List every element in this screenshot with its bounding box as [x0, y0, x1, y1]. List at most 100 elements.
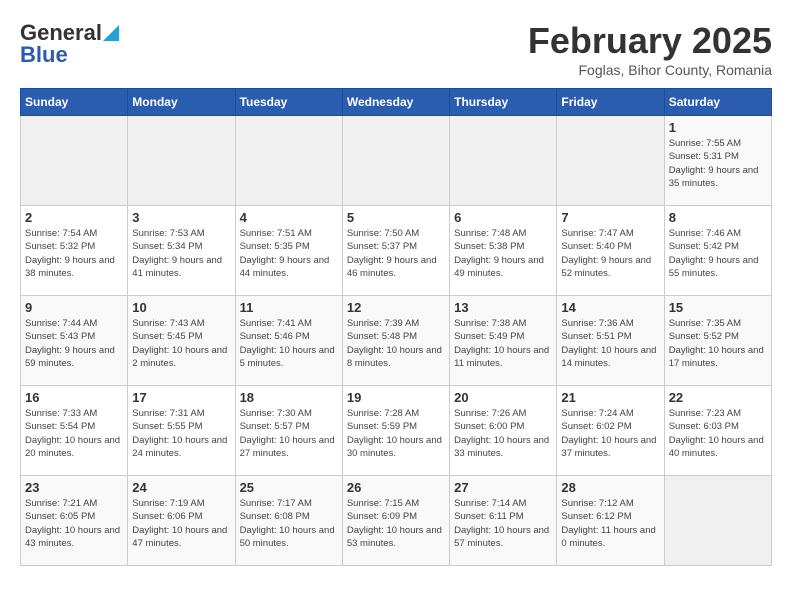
day-number: 6	[454, 210, 552, 225]
calendar-cell	[342, 116, 449, 206]
day-info: Sunrise: 7:55 AM Sunset: 5:31 PM Dayligh…	[669, 137, 767, 190]
page-header: General Blue February 2025 Foglas, Bihor…	[20, 20, 772, 78]
calendar-cell: 13 Sunrise: 7:38 AM Sunset: 5:49 PM Dayli…	[450, 296, 557, 386]
day-number: 22	[669, 390, 767, 405]
calendar-cell: 8 Sunrise: 7:46 AM Sunset: 5:42 PM Daylig…	[664, 206, 771, 296]
title-area: February 2025 Foglas, Bihor County, Roma…	[528, 20, 772, 78]
day-number: 27	[454, 480, 552, 495]
day-info: Sunrise: 7:17 AM Sunset: 6:08 PM Dayligh…	[240, 497, 338, 550]
day-number: 18	[240, 390, 338, 405]
day-number: 14	[561, 300, 659, 315]
day-number: 8	[669, 210, 767, 225]
calendar-cell	[235, 116, 342, 206]
calendar-table: SundayMondayTuesdayWednesdayThursdayFrid…	[20, 88, 772, 566]
day-number: 4	[240, 210, 338, 225]
day-info: Sunrise: 7:38 AM Sunset: 5:49 PM Dayligh…	[454, 317, 552, 370]
calendar-cell: 1 Sunrise: 7:55 AM Sunset: 5:31 PM Daylig…	[664, 116, 771, 206]
day-number: 11	[240, 300, 338, 315]
calendar-cell: 11Sunrise: 7:41 AM Sunset: 5:46 PM Dayli…	[235, 296, 342, 386]
header-wednesday: Wednesday	[342, 89, 449, 116]
day-number: 5	[347, 210, 445, 225]
header-sunday: Sunday	[21, 89, 128, 116]
day-info: Sunrise: 7:53 AM Sunset: 5:34 PM Dayligh…	[132, 227, 230, 280]
day-number: 10	[132, 300, 230, 315]
calendar-cell: 2 Sunrise: 7:54 AM Sunset: 5:32 PM Daylig…	[21, 206, 128, 296]
calendar-cell: 4 Sunrise: 7:51 AM Sunset: 5:35 PM Daylig…	[235, 206, 342, 296]
day-info: Sunrise: 7:12 AM Sunset: 6:12 PM Dayligh…	[561, 497, 659, 550]
calendar-cell: 28 Sunrise: 7:12 AM Sunset: 6:12 PM Dayli…	[557, 476, 664, 566]
day-number: 26	[347, 480, 445, 495]
calendar-cell: 26 Sunrise: 7:15 AM Sunset: 6:09 PM Dayli…	[342, 476, 449, 566]
day-info: Sunrise: 7:23 AM Sunset: 6:03 PM Dayligh…	[669, 407, 767, 460]
calendar-cell	[128, 116, 235, 206]
calendar-cell: 5 Sunrise: 7:50 AM Sunset: 5:37 PM Daylig…	[342, 206, 449, 296]
day-number: 17	[132, 390, 230, 405]
header-tuesday: Tuesday	[235, 89, 342, 116]
day-info: Sunrise: 7:35 AM Sunset: 5:52 PM Dayligh…	[669, 317, 767, 370]
day-info: Sunrise: 7:44 AM Sunset: 5:43 PM Dayligh…	[25, 317, 123, 370]
day-info: Sunrise: 7:31 AM Sunset: 5:55 PM Dayligh…	[132, 407, 230, 460]
day-info: Sunrise: 7:46 AM Sunset: 5:42 PM Dayligh…	[669, 227, 767, 280]
logo: General Blue	[20, 20, 120, 68]
day-number: 2	[25, 210, 123, 225]
calendar-cell: 3 Sunrise: 7:53 AM Sunset: 5:34 PM Daylig…	[128, 206, 235, 296]
header-monday: Monday	[128, 89, 235, 116]
calendar-cell	[450, 116, 557, 206]
calendar-cell	[21, 116, 128, 206]
logo-blue: Blue	[20, 42, 68, 68]
day-number: 25	[240, 480, 338, 495]
calendar-cell: 17 Sunrise: 7:31 AM Sunset: 5:55 PM Dayli…	[128, 386, 235, 476]
day-info: Sunrise: 7:21 AM Sunset: 6:05 PM Dayligh…	[25, 497, 123, 550]
day-number: 3	[132, 210, 230, 225]
calendar-cell: 15 Sunrise: 7:35 AM Sunset: 5:52 PM Dayli…	[664, 296, 771, 386]
day-number: 28	[561, 480, 659, 495]
location-subtitle: Foglas, Bihor County, Romania	[528, 62, 772, 78]
calendar-cell: 14 Sunrise: 7:36 AM Sunset: 5:51 PM Dayli…	[557, 296, 664, 386]
day-number: 23	[25, 480, 123, 495]
logo-icon	[103, 25, 119, 41]
day-number: 9	[25, 300, 123, 315]
day-number: 21	[561, 390, 659, 405]
calendar-cell: 20Sunrise: 7:26 AM Sunset: 6:00 PM Dayli…	[450, 386, 557, 476]
calendar-cell: 22 Sunrise: 7:23 AM Sunset: 6:03 PM Dayli…	[664, 386, 771, 476]
day-info: Sunrise: 7:19 AM Sunset: 6:06 PM Dayligh…	[132, 497, 230, 550]
calendar-cell: 27 Sunrise: 7:14 AM Sunset: 6:11 PM Dayli…	[450, 476, 557, 566]
day-info: Sunrise: 7:54 AM Sunset: 5:32 PM Dayligh…	[25, 227, 123, 280]
day-info: Sunrise: 7:30 AM Sunset: 5:57 PM Dayligh…	[240, 407, 338, 460]
calendar-cell	[664, 476, 771, 566]
day-info: Sunrise: 7:36 AM Sunset: 5:51 PM Dayligh…	[561, 317, 659, 370]
day-number: 20	[454, 390, 552, 405]
day-info: Sunrise: 7:24 AM Sunset: 6:02 PM Dayligh…	[561, 407, 659, 460]
day-info: Sunrise: 7:28 AM Sunset: 5:59 PM Dayligh…	[347, 407, 445, 460]
day-info: Sunrise: 7:47 AM Sunset: 5:40 PM Dayligh…	[561, 227, 659, 280]
day-info: Sunrise: 7:43 AM Sunset: 5:45 PM Dayligh…	[132, 317, 230, 370]
day-number: 24	[132, 480, 230, 495]
day-info: Sunrise: 7:14 AM Sunset: 6:11 PM Dayligh…	[454, 497, 552, 550]
calendar-cell: 9 Sunrise: 7:44 AM Sunset: 5:43 PM Daylig…	[21, 296, 128, 386]
day-number: 15	[669, 300, 767, 315]
day-info: Sunrise: 7:51 AM Sunset: 5:35 PM Dayligh…	[240, 227, 338, 280]
header-thursday: Thursday	[450, 89, 557, 116]
calendar-cell: 18 Sunrise: 7:30 AM Sunset: 5:57 PM Dayli…	[235, 386, 342, 476]
day-info: Sunrise: 7:15 AM Sunset: 6:09 PM Dayligh…	[347, 497, 445, 550]
header-saturday: Saturday	[664, 89, 771, 116]
day-info: Sunrise: 7:48 AM Sunset: 5:38 PM Dayligh…	[454, 227, 552, 280]
day-info: Sunrise: 7:50 AM Sunset: 5:37 PM Dayligh…	[347, 227, 445, 280]
day-number: 13	[454, 300, 552, 315]
calendar-cell: 6 Sunrise: 7:48 AM Sunset: 5:38 PM Daylig…	[450, 206, 557, 296]
day-number: 16	[25, 390, 123, 405]
day-info: Sunrise: 7:33 AM Sunset: 5:54 PM Dayligh…	[25, 407, 123, 460]
calendar-cell: 10 Sunrise: 7:43 AM Sunset: 5:45 PM Dayli…	[128, 296, 235, 386]
calendar-cell: 24 Sunrise: 7:19 AM Sunset: 6:06 PM Dayli…	[128, 476, 235, 566]
calendar-cell: 21 Sunrise: 7:24 AM Sunset: 6:02 PM Dayli…	[557, 386, 664, 476]
day-info: Sunrise: 7:39 AM Sunset: 5:48 PM Dayligh…	[347, 317, 445, 370]
calendar-cell: 25 Sunrise: 7:17 AM Sunset: 6:08 PM Dayli…	[235, 476, 342, 566]
header-friday: Friday	[557, 89, 664, 116]
calendar-cell: 23 Sunrise: 7:21 AM Sunset: 6:05 PM Dayli…	[21, 476, 128, 566]
calendar-cell: 12Sunrise: 7:39 AM Sunset: 5:48 PM Dayli…	[342, 296, 449, 386]
day-number: 7	[561, 210, 659, 225]
day-number: 19	[347, 390, 445, 405]
calendar-cell: 16 Sunrise: 7:33 AM Sunset: 5:54 PM Dayli…	[21, 386, 128, 476]
calendar-cell: 7 Sunrise: 7:47 AM Sunset: 5:40 PM Daylig…	[557, 206, 664, 296]
day-number: 1	[669, 120, 767, 135]
